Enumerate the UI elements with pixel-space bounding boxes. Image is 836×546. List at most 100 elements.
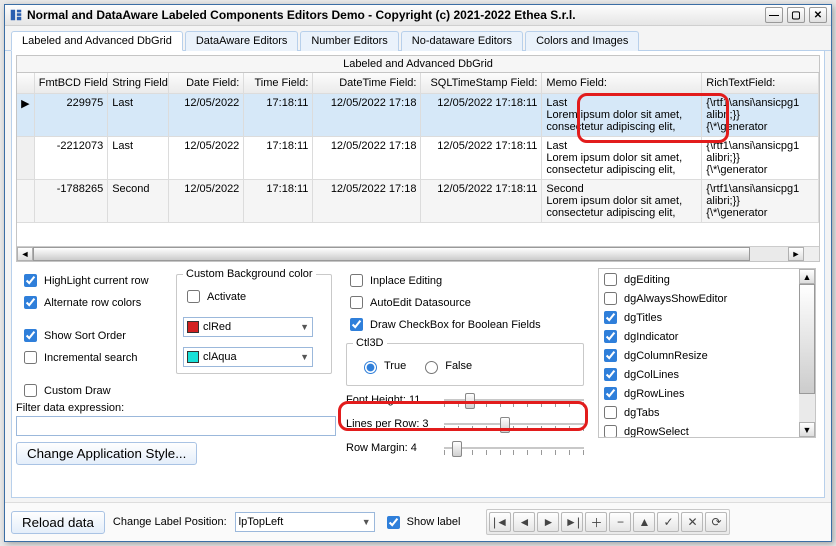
nav-post-icon[interactable]: ✓	[657, 512, 679, 532]
col-string[interactable]: String Field:	[108, 73, 168, 94]
app-icon	[9, 8, 23, 22]
cell[interactable]: Last	[108, 137, 168, 180]
col-datetime[interactable]: DateTime Field:	[313, 73, 421, 94]
chk-inplace[interactable]: Inplace Editing	[346, 271, 584, 290]
nav-last-icon[interactable]: ►|	[561, 512, 583, 532]
tab-nodataware-editors[interactable]: No-dataware Editors	[401, 31, 523, 51]
list-item[interactable]: dgColLines	[600, 365, 798, 384]
row-indicator: ▶	[17, 94, 34, 137]
cell[interactable]: 17:18:11	[244, 180, 313, 223]
chk-autoedit[interactable]: AutoEdit Datasource	[346, 293, 584, 312]
radio-ctl3d-false[interactable]: False	[420, 358, 472, 374]
radio-ctl3d-true[interactable]: True	[359, 358, 406, 374]
dbgrid[interactable]: FmtBCD Field: String Field: Date Field: …	[16, 72, 820, 262]
chk-activate-bg[interactable]: Activate	[183, 287, 325, 306]
scroll-left-icon[interactable]: ◄	[17, 247, 33, 261]
combo-label-position[interactable]: lpTopLeft ▼	[235, 512, 375, 532]
col-fmtbcd[interactable]: FmtBCD Field:	[34, 73, 107, 94]
cell[interactable]: -1788265	[34, 180, 107, 223]
minimize-button[interactable]: ―	[765, 7, 783, 23]
combo-color-red[interactable]: clRed ▼	[183, 317, 313, 337]
list-item[interactable]: dgRowLines	[600, 384, 798, 403]
cell[interactable]: 12/05/2022	[168, 137, 244, 180]
cell[interactable]: 12/05/2022 17:18	[313, 94, 421, 137]
cell[interactable]: 12/05/2022 17:18:11	[421, 180, 542, 223]
cell[interactable]: {\rtf1\ansi\ansicpg1 alibri;}} {\*\gener…	[702, 94, 819, 137]
cell[interactable]: 12/05/2022 17:18:11	[421, 94, 542, 137]
cell[interactable]: Second Lorem ipsum dolor sit amet, conse…	[542, 180, 702, 223]
app-window: Normal and DataAware Labeled Components …	[4, 4, 832, 542]
cell[interactable]: 229975	[34, 94, 107, 137]
chk-highlight[interactable]: HighLight current row	[20, 271, 162, 290]
scroll-right-icon[interactable]: ►	[788, 247, 804, 261]
table-row[interactable]: -2212073Last12/05/202217:18:1112/05/2022…	[17, 137, 819, 180]
chk-drawcb[interactable]: Draw CheckBox for Boolean Fields	[346, 315, 584, 334]
combo-color-aqua[interactable]: clAqua ▼	[183, 347, 313, 367]
cell[interactable]: 12/05/2022 17:18:11	[421, 137, 542, 180]
nav-edit-icon[interactable]: ▲	[633, 512, 655, 532]
col-sqltimestamp[interactable]: SQLTimeStamp Field:	[421, 73, 542, 94]
cell[interactable]: Second	[108, 180, 168, 223]
grid-caption: Labeled and Advanced DbGrid	[16, 55, 820, 72]
tab-number-editors[interactable]: Number Editors	[300, 31, 398, 51]
cell[interactable]: {\rtf1\ansi\ansicpg1 alibri;}} {\*\gener…	[702, 137, 819, 180]
cell[interactable]: Last	[108, 94, 168, 137]
list-item[interactable]: dgTitles	[600, 308, 798, 327]
close-button[interactable]: ✕	[809, 7, 827, 23]
cell[interactable]: {\rtf1\ansi\ansicpg1 alibri;}} {\*\gener…	[702, 180, 819, 223]
col-memo[interactable]: Memo Field:	[542, 73, 702, 94]
col-time[interactable]: Time Field:	[244, 73, 313, 94]
tab-page: Labeled and Advanced DbGrid FmtBCD Field…	[11, 51, 825, 498]
tab-dataaware-editors[interactable]: DataAware Editors	[185, 31, 299, 51]
chk-alternate[interactable]: Alternate row colors	[20, 293, 162, 312]
list-item[interactable]: dgIndicator	[600, 327, 798, 346]
chk-incremental[interactable]: Incremental search	[20, 348, 162, 367]
slider-linesperrow[interactable]	[444, 414, 584, 434]
row-indicator	[17, 137, 34, 180]
cell[interactable]: 12/05/2022 17:18	[313, 137, 421, 180]
fieldset-ctl3d: Ctl3D True False	[346, 337, 584, 386]
col-richtext[interactable]: RichTextField:	[702, 73, 819, 94]
nav-first-icon[interactable]: |◄	[489, 512, 511, 532]
col-date[interactable]: Date Field:	[168, 73, 244, 94]
bottom-toolbar: Reload data Change Label Position: lpTop…	[5, 502, 831, 541]
grid-hscrollbar[interactable]: ◄ ►	[17, 246, 819, 261]
nav-prev-icon[interactable]: ◄	[513, 512, 535, 532]
row-indicator	[17, 180, 34, 223]
reload-button[interactable]: Reload data	[11, 511, 105, 534]
db-navigator: |◄ ◄ ► ►| ＋ − ▲ ✓ ✕ ⟳	[486, 509, 730, 535]
cell[interactable]: 12/05/2022 17:18	[313, 180, 421, 223]
fieldset-bgcolor: Custom Background color Activate clRed ▼…	[176, 268, 332, 374]
nav-next-icon[interactable]: ►	[537, 512, 559, 532]
list-item[interactable]: dgEditing	[600, 270, 798, 289]
cell[interactable]: Last Lorem ipsum dolor sit amet, consect…	[542, 94, 702, 137]
chk-show-label[interactable]: Show label	[383, 513, 461, 532]
options-listbox[interactable]: dgEditingdgAlwaysShowEditordgTitlesdgInd…	[598, 268, 816, 438]
nav-refresh-icon[interactable]: ⟳	[705, 512, 727, 532]
tab-colors-images[interactable]: Colors and Images	[525, 31, 639, 51]
table-row[interactable]: -1788265Second12/05/202217:18:1112/05/20…	[17, 180, 819, 223]
label-linesperrow: Lines per Row: 3	[346, 418, 438, 430]
table-row[interactable]: ▶229975Last12/05/202217:18:1112/05/2022 …	[17, 94, 819, 137]
chk-sort[interactable]: Show Sort Order	[20, 326, 162, 345]
cell[interactable]: 17:18:11	[244, 94, 313, 137]
chk-customdraw[interactable]: Custom Draw	[20, 381, 162, 400]
slider-rowmargin[interactable]	[444, 438, 584, 458]
cell[interactable]: 12/05/2022	[168, 94, 244, 137]
cell[interactable]: Last Lorem ipsum dolor sit amet, consect…	[542, 137, 702, 180]
tab-labeled-dbgrid[interactable]: Labeled and Advanced DbGrid	[11, 31, 183, 51]
list-item[interactable]: dgTabs	[600, 403, 798, 422]
nav-cancel-icon[interactable]: ✕	[681, 512, 703, 532]
maximize-button[interactable]: ▢	[787, 7, 805, 23]
slider-fontheight[interactable]	[444, 390, 584, 410]
cell[interactable]: -2212073	[34, 137, 107, 180]
list-item[interactable]: dgColumnResize	[600, 346, 798, 365]
cell[interactable]: 17:18:11	[244, 137, 313, 180]
scroll-up-icon[interactable]: ▲	[799, 269, 815, 284]
list-item[interactable]: dgRowSelect	[600, 422, 798, 438]
cell[interactable]: 12/05/2022	[168, 180, 244, 223]
nav-delete-icon[interactable]: −	[609, 512, 631, 532]
list-item[interactable]: dgAlwaysShowEditor	[600, 289, 798, 308]
nav-insert-icon[interactable]: ＋	[585, 512, 607, 532]
scroll-down-icon[interactable]: ▼	[799, 422, 815, 437]
